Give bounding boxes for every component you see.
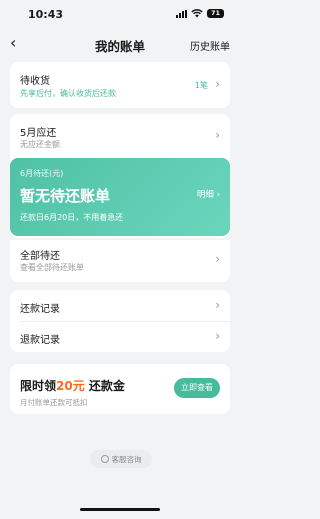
all-pending-card[interactable]: 全部待还 查看全部待还账单 ›: [10, 240, 230, 282]
battery-icon: 71: [207, 9, 224, 18]
status-bar: 10:43 71: [0, 0, 240, 28]
june-bill-detail-label: 明细: [196, 190, 214, 200]
promo-subtitle: 月付账单还款可抵扣: [20, 398, 88, 407]
chevron-right-icon: ›: [215, 298, 220, 312]
promo-title: 限时领20元 还款金: [20, 377, 125, 394]
headset-icon: [100, 455, 109, 463]
status-icons: 71: [176, 9, 224, 18]
all-pending-title: 全部待还: [20, 251, 60, 262]
may-due-subtitle: 无应还金额: [20, 140, 60, 149]
customer-service-button[interactable]: 客服咨询: [90, 450, 152, 468]
may-due-title: 5月应还: [20, 128, 57, 139]
pending-receipt-title: 待收货: [20, 76, 50, 87]
history-bills-link[interactable]: 历史账单: [190, 38, 230, 53]
home-indicator: [80, 508, 160, 511]
promo-title-suffix: 还款金: [84, 379, 125, 393]
status-time: 10:43: [28, 8, 64, 21]
pending-receipt-count: 1笔: [194, 81, 208, 90]
chevron-right-icon: ›: [215, 252, 220, 266]
nav-bar: ‹ 我的账单 历史账单: [0, 30, 240, 58]
signal-icon: [176, 9, 187, 18]
customer-service-label: 客服咨询: [111, 454, 142, 464]
june-bill-period: 6月待还(元): [20, 169, 64, 178]
promo-card: 限时领20元 还款金 月付账单还款可抵扣 立即查看: [10, 364, 230, 414]
refund-records-label: 退款记录: [20, 335, 60, 346]
june-bill-status: 暂无待还账单: [20, 187, 111, 205]
promo-amount: 20元: [56, 379, 85, 393]
all-pending-subtitle: 查看全部待还账单: [20, 263, 84, 272]
june-bill-due-note: 还款日6月20日，不用着急还: [20, 213, 124, 222]
back-icon[interactable]: ‹: [10, 34, 16, 52]
wifi-icon: [191, 9, 203, 18]
repay-records-row[interactable]: 还款记录 ›: [10, 290, 230, 321]
chevron-right-icon: ›: [215, 77, 220, 91]
records-card: 还款记录 › 退款记录 ›: [10, 290, 230, 352]
view-now-button[interactable]: 立即查看: [174, 378, 220, 398]
june-bill-card[interactable]: 6月待还(元) 暂无待还账单 还款日6月20日，不用着急还 明细 ›: [10, 158, 230, 236]
chevron-right-icon: ›: [215, 128, 220, 142]
june-bill-detail-link[interactable]: 明细 ›: [197, 188, 220, 200]
pending-receipt-subtitle: 先享后付，确认收货后还款: [20, 89, 116, 98]
refund-records-row[interactable]: 退款记录 ›: [10, 322, 230, 352]
pending-receipt-card[interactable]: 待收货 先享后付，确认收货后还款 1笔 ›: [10, 62, 230, 108]
chevron-right-icon: ›: [216, 190, 220, 200]
promo-title-prefix: 限时领: [20, 379, 57, 393]
repay-records-label: 还款记录: [20, 304, 60, 315]
chevron-right-icon: ›: [215, 329, 220, 343]
